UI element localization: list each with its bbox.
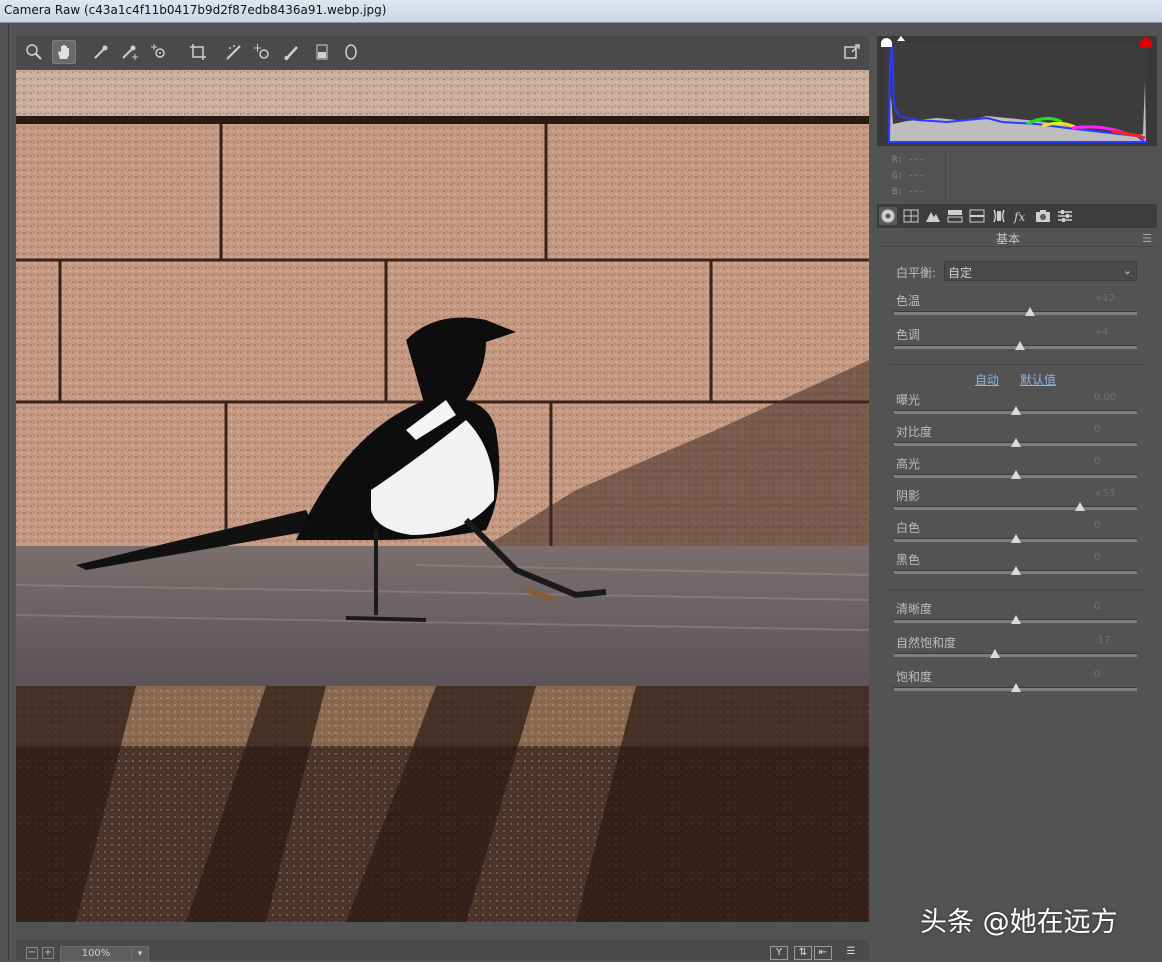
divider [890, 364, 1144, 365]
slider-value[interactable]: 0 [1094, 456, 1100, 467]
slider-value[interactable]: +53 [1094, 488, 1115, 499]
white-balance-value: 自定 [948, 266, 973, 280]
green-readout: G: --- [892, 171, 925, 181]
slider-thumb[interactable] [1015, 341, 1026, 350]
histogram [877, 36, 1157, 146]
effects-tab-icon[interactable]: fx [1012, 207, 1030, 225]
rgb-readout: R: --- G: --- B: --- [892, 152, 925, 200]
radial-filter-icon[interactable] [339, 40, 363, 64]
white-balance-select[interactable]: 自定 ⌄ [944, 261, 1137, 281]
slider-value[interactable]: 0 [1094, 601, 1100, 612]
panel-menu-icon[interactable]: ☰ [1142, 232, 1152, 245]
slider-thumb[interactable] [1010, 406, 1021, 415]
lens-corrections-tab-icon[interactable] [990, 207, 1008, 225]
before-after-view-icon[interactable]: Y [770, 946, 788, 960]
window-title: Camera Raw (c43a1c4f11b0417b9d2f87edb843… [4, 3, 387, 17]
slider-label: 黑色 [896, 553, 921, 567]
svg-text:fx: fx [1013, 210, 1025, 224]
preview-photo [16, 70, 869, 922]
auto-link[interactable]: 自动 [975, 371, 999, 388]
slider-thumb[interactable] [1010, 470, 1021, 479]
slider-label: 自然饱和度 [896, 636, 957, 650]
panel-title: 基本 [995, 232, 1020, 246]
slider-label: 对比度 [896, 425, 933, 439]
slider-label: 色调 [896, 328, 921, 342]
chevron-down-icon: ⌄ [1122, 264, 1132, 277]
white-balance-icon[interactable] [89, 40, 113, 64]
red-readout: R: --- [892, 155, 925, 165]
slider-value[interactable]: 0.00 [1094, 392, 1116, 403]
targeted-adjustment-icon[interactable] [147, 40, 171, 64]
title-bar: Camera Raw (c43a1c4f11b0417b9d2f87edb843… [0, 0, 1162, 23]
zoom-out-button[interactable]: − [26, 947, 38, 959]
slider-value[interactable]: 0 [1094, 520, 1100, 531]
presets-tab-icon[interactable] [1056, 207, 1074, 225]
basic-tab-icon[interactable] [879, 207, 897, 225]
slider-track[interactable] [894, 311, 1137, 315]
slider-label: 阴影 [896, 489, 921, 503]
slider-value[interactable]: 0 [1094, 424, 1100, 435]
slider-label: 色温 [896, 294, 921, 308]
slider-value[interactable]: 0 [1094, 552, 1100, 563]
slider-track[interactable] [894, 506, 1137, 510]
color-sampler-icon[interactable] [117, 40, 141, 64]
default-link[interactable]: 默认值 [1020, 371, 1056, 388]
divider [890, 589, 1144, 590]
image-preview[interactable] [16, 70, 869, 922]
slider-value[interactable]: -17 [1094, 635, 1110, 646]
slider-thumb[interactable] [1010, 566, 1021, 575]
blue-readout: B: --- [892, 187, 925, 197]
divider [877, 246, 1157, 247]
slider-thumb[interactable] [1010, 534, 1021, 543]
crop-icon[interactable] [186, 40, 210, 64]
panel-tabs: fx [877, 204, 1157, 228]
hand-icon[interactable] [52, 40, 76, 64]
slider-value[interactable]: +12 [1094, 293, 1115, 304]
slider-thumb[interactable] [1025, 307, 1036, 316]
hsl-tab-icon[interactable] [946, 207, 964, 225]
toolbar [16, 36, 869, 70]
camera-calibration-tab-icon[interactable] [1034, 207, 1052, 225]
slider-thumb[interactable] [1074, 502, 1085, 511]
slider-value[interactable]: +4 [1094, 327, 1109, 338]
straighten-icon[interactable] [222, 40, 246, 64]
adjustment-brush-icon[interactable] [280, 40, 304, 64]
split-toning-tab-icon[interactable] [968, 207, 986, 225]
zoom-in-button[interactable]: + [42, 947, 54, 959]
status-bar: − + 100% ▾ Y ⇅ ⇤ ☰ [16, 940, 869, 962]
preview-preferences-icon[interactable]: ☰ [842, 946, 860, 960]
divider [945, 150, 946, 200]
slider-thumb[interactable] [1010, 438, 1021, 447]
detail-tab-icon[interactable] [924, 207, 942, 225]
slider-thumb[interactable] [989, 649, 1000, 658]
copy-settings-icon[interactable]: ⇤ [814, 946, 832, 960]
watermark-text: 头条 @她在远方 [920, 907, 1118, 938]
highlight-clipping-icon[interactable] [1140, 38, 1152, 48]
graduated-filter-icon[interactable] [310, 40, 334, 64]
tone-curve-tab-icon[interactable] [902, 207, 920, 225]
slider-label: 高光 [896, 457, 921, 471]
zoom-icon[interactable] [22, 40, 46, 64]
swap-settings-icon[interactable]: ⇅ [794, 946, 812, 960]
slider-thumb[interactable] [1010, 615, 1021, 624]
slider-label: 白色 [896, 521, 921, 535]
slider-label: 清晰度 [896, 602, 933, 616]
white-balance-label: 白平衡: [896, 266, 937, 280]
slider-thumb[interactable] [1010, 683, 1021, 692]
spot-removal-icon[interactable] [250, 40, 274, 64]
open-preferences-icon[interactable] [840, 40, 864, 64]
slider-track[interactable] [894, 653, 1137, 657]
slider-label: 曝光 [896, 393, 921, 407]
slider-label: 饱和度 [896, 670, 933, 684]
slider-value[interactable]: 0 [1094, 669, 1100, 680]
shadow-clipping-icon[interactable] [881, 38, 892, 47]
